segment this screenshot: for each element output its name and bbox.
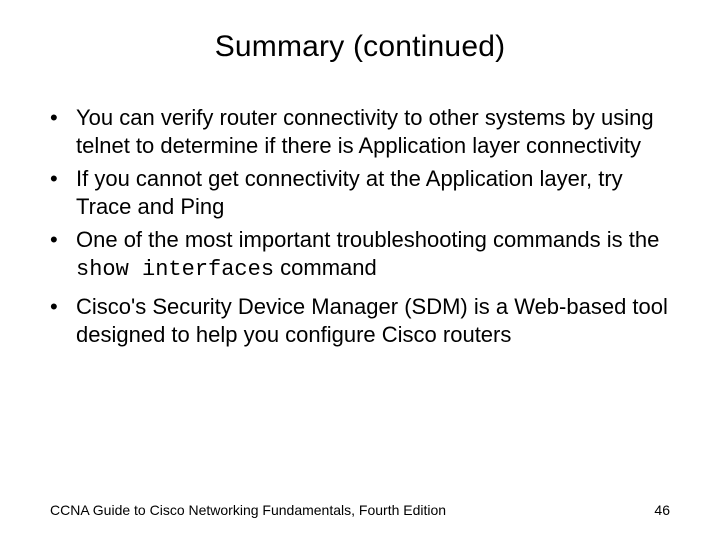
bullet-text: Cisco's Security Device Manager (SDM) is… xyxy=(76,294,668,347)
bullet-item: One of the most important troubleshootin… xyxy=(50,226,670,283)
slide-content: You can verify router connectivity to ot… xyxy=(0,74,720,348)
bullet-text: If you cannot get connectivity at the Ap… xyxy=(76,166,623,219)
page-number: 46 xyxy=(654,502,670,518)
slide: Summary (continued) You can verify route… xyxy=(0,0,720,540)
bullet-item: Cisco's Security Device Manager (SDM) is… xyxy=(50,293,670,348)
bullet-text: One of the most important troubleshootin… xyxy=(76,227,659,252)
slide-footer: CCNA Guide to Cisco Networking Fundament… xyxy=(50,502,670,518)
code-text: show interfaces xyxy=(76,257,274,282)
bullet-text: You can verify router connectivity to ot… xyxy=(76,105,654,158)
footer-text: CCNA Guide to Cisco Networking Fundament… xyxy=(50,502,446,518)
bullet-item: If you cannot get connectivity at the Ap… xyxy=(50,165,670,220)
bullet-text: command xyxy=(274,255,377,280)
bullet-list: You can verify router connectivity to ot… xyxy=(50,104,670,348)
bullet-item: You can verify router connectivity to ot… xyxy=(50,104,670,159)
slide-title: Summary (continued) xyxy=(0,0,720,74)
